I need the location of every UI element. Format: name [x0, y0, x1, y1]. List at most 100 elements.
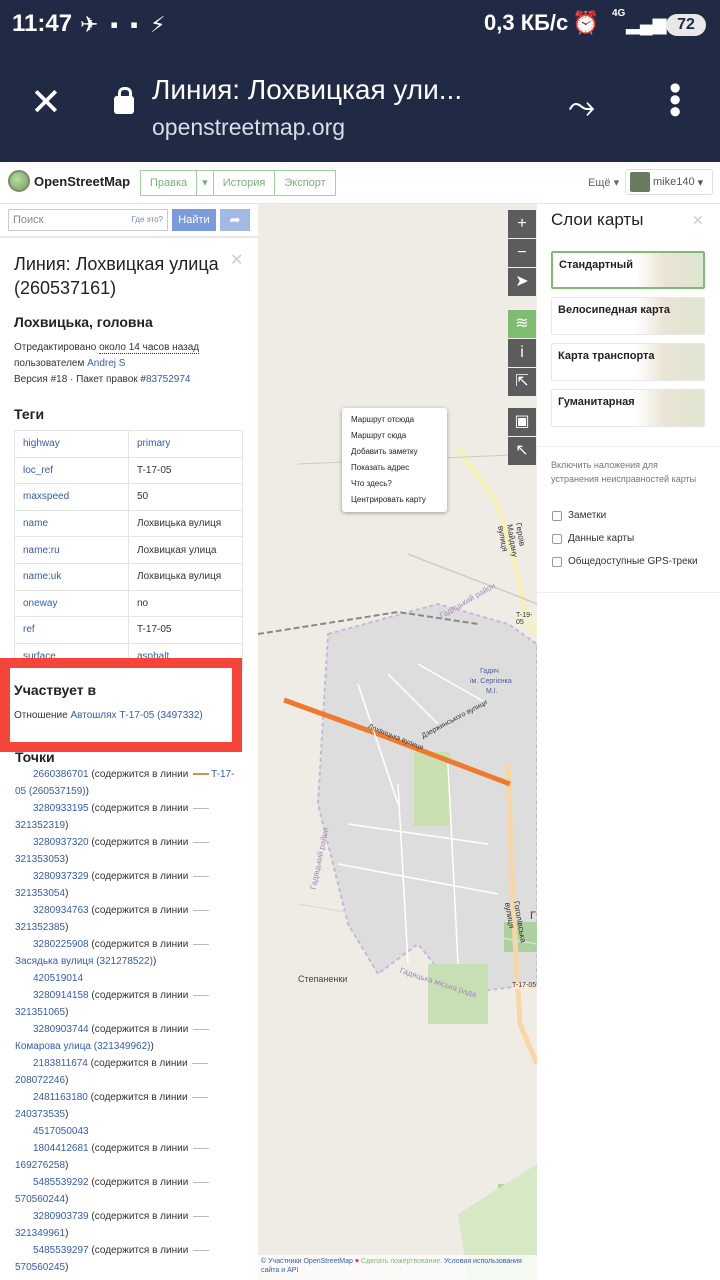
- query-features-icon[interactable]: ↖: [508, 437, 536, 465]
- map[interactable]: Гадяцький район Героїв Майдану вулиця T-…: [258, 204, 537, 1280]
- list-item: 1804412681 (содержится в линии 169276258…: [15, 1140, 243, 1174]
- add-note-icon[interactable]: ▣: [508, 408, 536, 436]
- tag-key[interactable]: highway: [14, 430, 129, 458]
- layers-icon[interactable]: ≋: [508, 310, 536, 338]
- layer-transport[interactable]: Карта транспорта: [551, 343, 705, 381]
- edit-dropdown-icon[interactable]: ▾: [197, 170, 214, 196]
- node-link[interactable]: 2660386701: [15, 769, 89, 780]
- way-link[interactable]: 321351065: [15, 1007, 65, 1018]
- zoom-in-icon[interactable]: +: [508, 210, 536, 238]
- export-button[interactable]: Экспорт: [275, 170, 336, 196]
- checkbox[interactable]: [552, 510, 562, 521]
- node-link[interactable]: 3280225908: [15, 939, 89, 950]
- share-icon[interactable]: ⇱: [508, 368, 536, 396]
- tag-key[interactable]: oneway: [14, 589, 129, 618]
- menu-item[interactable]: Маршрут сюда: [351, 428, 447, 444]
- directions-icon[interactable]: ➦: [220, 209, 250, 231]
- menu-item[interactable]: Добавить заметку: [351, 444, 447, 460]
- edit-button[interactable]: Правка: [140, 170, 198, 196]
- way-link[interactable]: 321352319: [15, 820, 65, 831]
- node-link[interactable]: 1804412681: [15, 1143, 89, 1154]
- attribution-link[interactable]: © Участники OpenStreetMap: [261, 1258, 353, 1265]
- donate-link[interactable]: Сделать пожертвование.: [361, 1258, 442, 1265]
- node-link[interactable]: 2183811674: [15, 1058, 88, 1069]
- node-link[interactable]: 4517050043: [15, 1126, 89, 1137]
- node-link[interactable]: 420519014: [15, 973, 83, 984]
- history-button[interactable]: История: [213, 170, 276, 196]
- node-link[interactable]: 2481163180: [15, 1092, 88, 1103]
- where-is-this-link[interactable]: Где это?: [131, 210, 163, 230]
- osm-logo[interactable]: OpenStreetMap: [8, 170, 130, 192]
- relation-link[interactable]: Автошлях Т-17-05 (3497332): [70, 710, 202, 721]
- way-link[interactable]: Засядька вулиця (321278522): [15, 956, 153, 967]
- lock-icon: [114, 87, 134, 114]
- map-label: ім. Сергієнка: [470, 678, 512, 685]
- more-menu[interactable]: Ещё ▾: [588, 176, 619, 189]
- tag-key[interactable]: ref: [14, 616, 129, 644]
- node-note: (содержится в линии: [88, 905, 192, 916]
- layer-standard[interactable]: Стандартный: [551, 251, 705, 289]
- menu-item[interactable]: Маршрут отсюда: [351, 412, 447, 428]
- search-button[interactable]: Найти: [172, 209, 216, 231]
- way-link[interactable]: 570560245: [15, 1262, 65, 1273]
- list-item: 5485539292 (содержится в линии 570560244…: [15, 1174, 243, 1208]
- way-swatch: [193, 773, 210, 776]
- node-link[interactable]: 5485539297: [15, 1245, 89, 1256]
- checkbox[interactable]: [552, 533, 562, 544]
- info-icon[interactable]: i: [508, 339, 536, 367]
- way-link[interactable]: 321349961: [15, 1228, 65, 1239]
- way-link[interactable]: Комарова улица (321349962): [15, 1041, 150, 1052]
- way-link[interactable]: 208072246: [15, 1075, 65, 1086]
- tag-key[interactable]: name:uk: [14, 562, 129, 591]
- close-icon[interactable]: ✕: [30, 84, 62, 122]
- node-link[interactable]: 3280937329: [15, 871, 89, 882]
- menu-item[interactable]: Центрировать карту: [351, 492, 447, 508]
- way-link[interactable]: 240373535: [15, 1109, 65, 1120]
- zoom-out-icon[interactable]: −: [508, 239, 536, 267]
- table-row: maxspeed 50: [14, 483, 243, 511]
- locate-icon[interactable]: ➤: [508, 268, 536, 296]
- menu-item[interactable]: Что здесь?: [351, 476, 447, 492]
- way-link[interactable]: 169276258: [15, 1160, 65, 1171]
- node-link[interactable]: 5485539292: [15, 1177, 89, 1188]
- search-input[interactable]: Поиск Где это?: [8, 209, 168, 231]
- map-context-menu: Маршрут отсюда Маршрут сюда Добавить зам…: [342, 408, 447, 512]
- tag-key[interactable]: maxspeed: [14, 483, 129, 511]
- close-icon[interactable]: ✕: [692, 212, 704, 229]
- way-link[interactable]: 321353054: [15, 888, 65, 899]
- way-link[interactable]: 321353053: [15, 854, 65, 865]
- layer-cycle[interactable]: Велосипедная карта: [551, 297, 705, 335]
- tags-heading: Теги: [14, 406, 45, 422]
- overlay-gps[interactable]: Общедоступные GPS-треки: [552, 556, 698, 567]
- layer-humanitarian[interactable]: Гуманитарная: [551, 389, 705, 427]
- tag-key[interactable]: name:ru: [14, 536, 129, 564]
- way-link[interactable]: 570560244: [15, 1194, 65, 1205]
- close-icon[interactable]: ✕: [230, 250, 243, 270]
- changeset-link[interactable]: 83752974: [146, 374, 191, 385]
- overlay-notes[interactable]: Заметки: [552, 510, 606, 521]
- way-swatch: [193, 1181, 210, 1183]
- menu-item[interactable]: Показать адрес: [351, 460, 447, 476]
- tag-key[interactable]: name: [14, 509, 129, 538]
- more-vert-icon[interactable]: •••: [656, 82, 694, 118]
- overlay-data[interactable]: Данные карты: [552, 533, 634, 544]
- node-note-end: ): [65, 1160, 69, 1171]
- overlays-hint: Включить наложения для устранения неиспр…: [551, 460, 697, 484]
- tag-key[interactable]: loc_ref: [14, 456, 129, 485]
- node-link[interactable]: 3280914158: [15, 990, 89, 1001]
- share-icon[interactable]: ⤳: [568, 88, 595, 127]
- node-note-end: ): [65, 820, 69, 831]
- checkbox[interactable]: [552, 556, 562, 567]
- user-menu[interactable]: mike140 ▾: [625, 169, 713, 195]
- node-link[interactable]: 3280933195: [15, 803, 89, 814]
- way-link[interactable]: 321352385: [15, 922, 65, 933]
- tag-value[interactable]: primary: [128, 430, 243, 458]
- list-item: 3280934763 (содержится в линии 321352385…: [15, 902, 243, 936]
- node-link[interactable]: 3280903739: [15, 1211, 89, 1222]
- node-note: (содержится в линии: [88, 837, 192, 848]
- node-link[interactable]: 3280937320: [15, 837, 89, 848]
- editor-link[interactable]: Andrej S: [87, 358, 125, 369]
- node-link[interactable]: 3280934763: [15, 905, 89, 916]
- relation-prefix: Отношение: [14, 710, 71, 721]
- node-link[interactable]: 3280903744: [15, 1024, 89, 1035]
